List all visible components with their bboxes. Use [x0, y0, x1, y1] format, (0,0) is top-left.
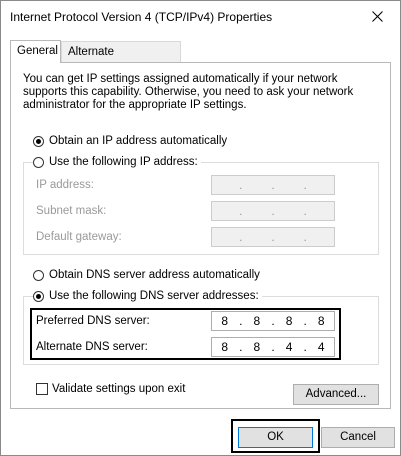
default-gateway-label: Default gateway:	[36, 231, 122, 243]
octet[interactable]: 8	[278, 314, 300, 328]
close-icon	[372, 11, 383, 22]
octet[interactable]: 4	[278, 340, 300, 354]
close-button[interactable]	[358, 1, 398, 31]
octet[interactable]: 8	[214, 314, 236, 328]
checkbox[interactable]	[36, 383, 48, 395]
tab-alternate-configuration[interactable]: Alternate Configuration	[61, 41, 181, 78]
radio-use-following-ip[interactable]: Use the following IP address:	[33, 155, 201, 169]
radio-obtain-dns-auto[interactable]: Obtain DNS server address automatically	[33, 268, 260, 282]
radio-button-checked[interactable]	[33, 290, 44, 302]
validate-settings-checkbox[interactable]: Validate settings upon exit	[36, 382, 185, 396]
subnet-mask-label: Subnet mask:	[36, 205, 107, 217]
advanced-button[interactable]: Advanced...	[293, 384, 379, 405]
octet[interactable]: 8	[246, 314, 268, 328]
radio-obtain-ip-auto-label: Obtain an IP address automatically	[49, 135, 228, 147]
dialog-window: Internet Protocol Version 4 (TCP/IPv4) P…	[0, 0, 401, 456]
title-bar: Internet Protocol Version 4 (TCP/IPv4) P…	[1, 1, 400, 33]
validate-settings-label: Validate settings upon exit	[52, 383, 186, 395]
ip-address-field: . . .	[211, 175, 335, 195]
alternate-dns-label: Alternate DNS server:	[36, 341, 148, 353]
description-text: You can get IP settings assigned automat…	[23, 73, 354, 111]
radio-button[interactable]	[33, 156, 44, 168]
preferred-dns-label: Preferred DNS server:	[36, 315, 150, 327]
subnet-mask-field: . . .	[211, 201, 335, 221]
ip-address-label: IP address:	[36, 179, 94, 191]
octet[interactable]: 8	[246, 340, 268, 354]
radio-obtain-dns-auto-label: Obtain DNS server address automatically	[49, 269, 260, 281]
alternate-dns-field[interactable]: 8. 8. 4. 4	[211, 337, 335, 357]
preferred-dns-field[interactable]: 8. 8. 8. 8	[211, 311, 335, 331]
default-gateway-field: . . .	[211, 227, 335, 247]
radio-button-checked[interactable]	[33, 135, 44, 147]
radio-use-following-dns[interactable]: Use the following DNS server addresses:	[33, 289, 262, 303]
radio-use-following-ip-label: Use the following IP address:	[49, 156, 198, 168]
octet[interactable]: 4	[310, 340, 332, 354]
cancel-button[interactable]: Cancel	[321, 427, 395, 448]
ok-button[interactable]: OK	[238, 427, 313, 448]
radio-use-following-dns-label: Use the following DNS server addresses:	[49, 290, 259, 302]
window-title: Internet Protocol Version 4 (TCP/IPv4) P…	[10, 10, 273, 24]
octet[interactable]: 8	[310, 314, 332, 328]
octet[interactable]: 8	[214, 340, 236, 354]
tab-general[interactable]: General	[10, 40, 61, 63]
radio-obtain-ip-auto[interactable]: Obtain an IP address automatically	[33, 134, 227, 148]
radio-button[interactable]	[33, 269, 44, 281]
